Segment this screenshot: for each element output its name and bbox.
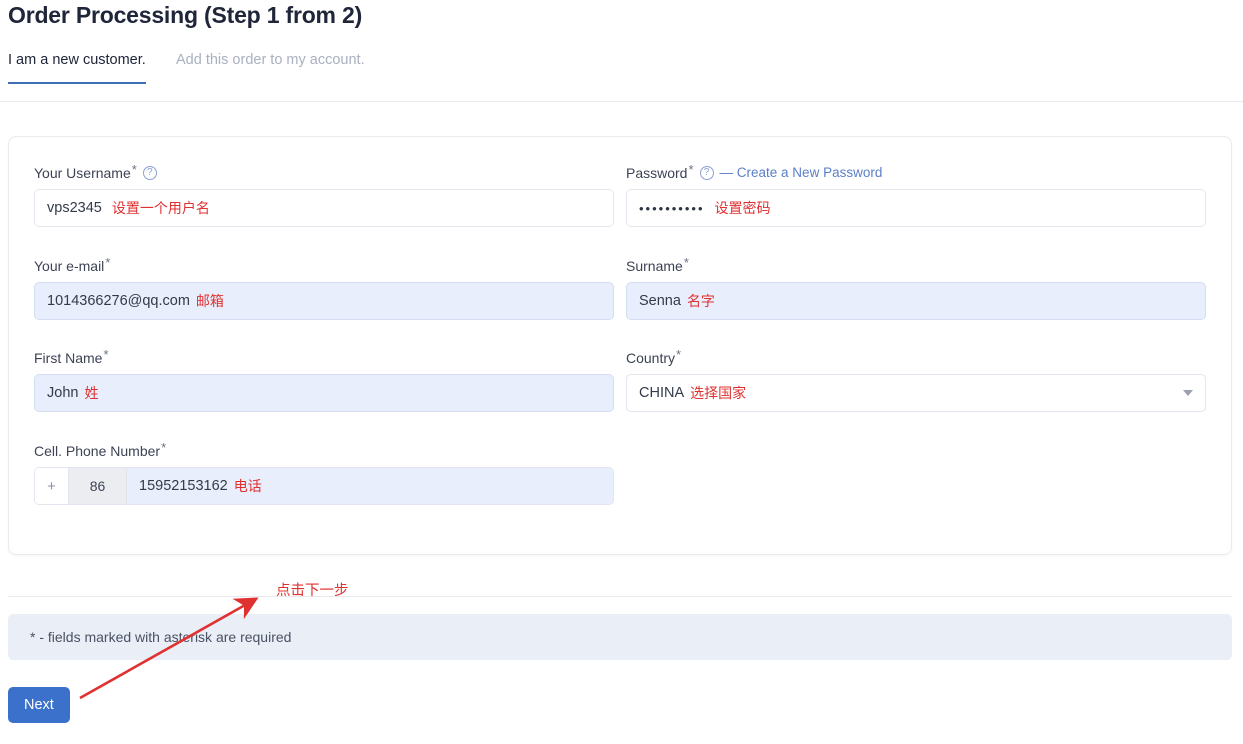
email-annotation: 邮箱 [195, 294, 224, 310]
phone-number-input[interactable]: 15952153162 电话 [127, 468, 613, 504]
first-name-label: First Name * [34, 347, 614, 367]
question-circle-icon[interactable]: ? [699, 166, 714, 180]
username-annotation: 设置一个用户名 [111, 201, 210, 217]
email-label: Your e-mail * [34, 255, 614, 275]
first-name-value: John [47, 385, 79, 401]
first-name-label-text: First Name [34, 350, 103, 366]
create-new-password-link[interactable]: — Create a New Password [720, 164, 883, 182]
surname-label-text: Surname [626, 258, 683, 274]
surname-input[interactable]: Senna 名字 [626, 282, 1206, 320]
field-surname: Surname * Senna 名字 [626, 255, 1206, 320]
phone-annotation: 电话 [233, 479, 262, 495]
email-value: 1014366276@qq.com [47, 293, 190, 309]
country-label-text: Country [626, 350, 676, 366]
username-value: vps2345 [47, 200, 102, 216]
required-fields-info: * - fields marked with asterisk are requ… [8, 614, 1232, 660]
surname-required-asterisk: * [683, 255, 689, 270]
country-label: Country * [626, 347, 1206, 367]
section-divider [8, 596, 1232, 597]
customer-type-tabs: I am a new customer. Add this order to m… [0, 52, 1243, 102]
country-annotation: 选择国家 [690, 386, 747, 402]
tab-add-to-account[interactable]: Add this order to my account. [176, 52, 365, 84]
country-select[interactable]: CHINA 选择国家 [626, 374, 1206, 412]
username-label: Your Username * ? [34, 162, 614, 182]
first-name-input[interactable]: John 姓 [34, 374, 614, 412]
registration-form-card: Your Username * ? vps2345 设置一个用户名 Passwor… [8, 136, 1232, 555]
field-email: Your e-mail * 1014366276@qq.com 邮箱 [34, 255, 614, 320]
phone-label-text: Cell. Phone Number [34, 443, 161, 459]
password-input[interactable]: •••••••••• 设置密码 [626, 189, 1206, 227]
next-button[interactable]: Next [8, 687, 70, 723]
phone-input-group: + 86 15952153162 电话 [34, 467, 614, 505]
tab-new-customer[interactable]: I am a new customer. [8, 52, 146, 84]
surname-value: Senna [639, 293, 681, 309]
field-username: Your Username * ? vps2345 设置一个用户名 [34, 162, 614, 227]
chevron-down-icon[interactable] [1183, 390, 1193, 396]
email-input[interactable]: 1014366276@qq.com 邮箱 [34, 282, 614, 320]
phone-label: Cell. Phone Number * [34, 440, 614, 460]
order-processing-page: Order Processing (Step 1 from 2) I am a … [0, 0, 1243, 744]
field-phone: Cell. Phone Number * + 86 15952153162 电话 [34, 440, 614, 505]
password-value: •••••••••• [639, 200, 705, 216]
phone-number-value: 15952153162 [139, 478, 228, 494]
page-title: Order Processing (Step 1 from 2) [8, 2, 363, 28]
field-country: Country * CHINA 选择国家 [626, 347, 1206, 412]
first-name-required-asterisk: * [103, 347, 109, 362]
country-value: CHINA [639, 385, 685, 401]
first-name-annotation: 姓 [84, 386, 99, 402]
next-step-annotation: 点击下一步 [276, 583, 349, 599]
field-password: Password * ? — Create a New Password ••••… [626, 162, 1206, 227]
username-input[interactable]: vps2345 设置一个用户名 [34, 189, 614, 227]
username-label-text: Your Username [34, 165, 131, 181]
email-required-asterisk: * [105, 255, 111, 270]
password-label-text: Password [626, 165, 688, 181]
required-fields-info-text: * - fields marked with asterisk are requ… [30, 629, 292, 645]
country-required-asterisk: * [676, 347, 682, 362]
phone-required-asterisk: * [161, 440, 167, 455]
surname-annotation: 名字 [686, 294, 715, 310]
email-label-text: Your e-mail [34, 258, 105, 274]
field-first-name: First Name * John 姓 [34, 347, 614, 412]
password-label: Password * ? — Create a New Password [626, 162, 1206, 182]
password-required-asterisk: * [688, 162, 694, 177]
surname-label: Surname * [626, 255, 1206, 275]
question-circle-icon[interactable]: ? [142, 166, 157, 180]
phone-plus-prefix[interactable]: + [35, 468, 69, 504]
username-required-asterisk: * [131, 162, 137, 177]
password-annotation: 设置密码 [714, 201, 771, 217]
phone-country-code[interactable]: 86 [69, 468, 127, 504]
